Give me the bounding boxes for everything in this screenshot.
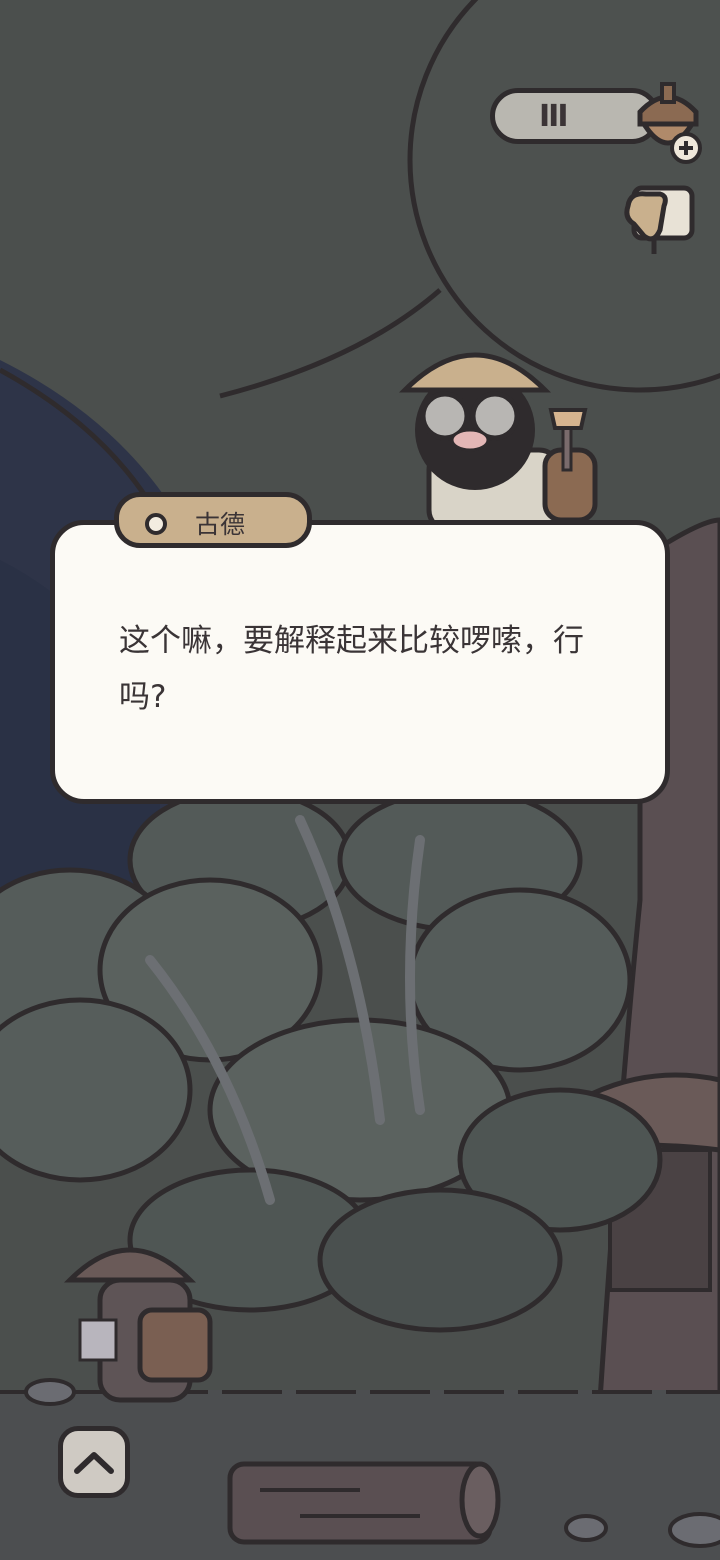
expand-button[interactable] (58, 1426, 130, 1498)
currency-count: III (539, 99, 568, 134)
dialog-text: 这个嘛，要解释起来比较啰嗦，行吗? (119, 623, 584, 715)
acorn-plus-icon[interactable] (626, 72, 710, 168)
game-scene: III 这个嘛，要解释起来比较啰嗦，行吗? 古德 (0, 0, 720, 1560)
speaker-name: 古德 (195, 510, 246, 539)
speaker-dot-icon (145, 513, 167, 535)
pointing-hand-icon[interactable] (620, 178, 704, 262)
dialog-box[interactable]: 这个嘛，要解释起来比较啰嗦，行吗? (50, 520, 670, 804)
chevron-up-icon (74, 1452, 114, 1474)
speaker-name-tab: 古德 (114, 492, 312, 548)
